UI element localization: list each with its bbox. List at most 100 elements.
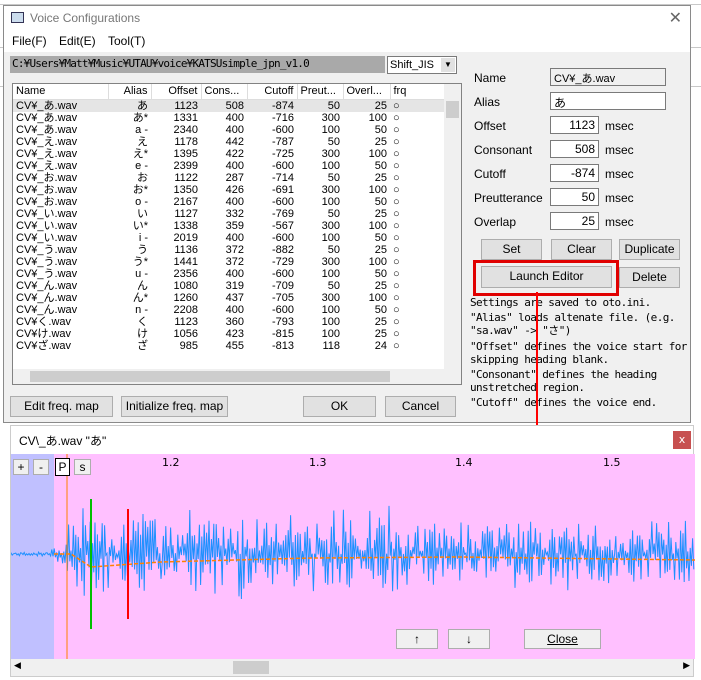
- table-row[interactable]: CV¥_え.wav え* 1395 422 -725 300 100 ○: [13, 148, 445, 160]
- zoom-in-button[interactable]: +: [13, 459, 29, 475]
- preutterance-input[interactable]: 50: [550, 188, 599, 206]
- cell-name: CV¥_お.wav: [16, 183, 78, 196]
- cell-frq: ○: [393, 303, 400, 316]
- cell-offset: 1123: [174, 315, 198, 328]
- table-row[interactable]: CV¥く.wav く 1123 360 -793 100 25 ○: [13, 316, 445, 328]
- cell-name: CV¥_う.wav: [16, 243, 78, 256]
- col-alias[interactable]: Alias: [108, 84, 152, 100]
- table-row[interactable]: CV¥_お.wav o - 2167 400 -600 100 50 ○: [13, 196, 445, 208]
- p-toggle-button[interactable]: P: [55, 458, 70, 476]
- col-frq[interactable]: frq: [390, 84, 445, 100]
- vertical-scrollbar[interactable]: [444, 84, 461, 369]
- table-row[interactable]: CV¥_ん.wav ん 1080 319 -709 50 25 ○: [13, 280, 445, 292]
- close-icon[interactable]: ✕: [669, 8, 682, 28]
- cell-alias: い: [137, 207, 148, 220]
- table-row[interactable]: CV¥_い.wav い 1127 332 -769 50 25 ○: [13, 208, 445, 220]
- col-offset[interactable]: Offset: [151, 84, 202, 100]
- scroll-left-icon[interactable]: ◀: [14, 661, 21, 671]
- cell-consonant: 287: [225, 171, 244, 184]
- initialize-freq-map-button[interactable]: Initialize freq. map: [121, 396, 228, 417]
- cell-cutoff: -600: [271, 303, 294, 316]
- cell-overlap: 25: [374, 279, 387, 292]
- edit-freq-map-button[interactable]: Edit freq. map: [10, 396, 113, 417]
- zoom-out-button[interactable]: -: [33, 459, 49, 475]
- table-row[interactable]: CV¥け.wav け 1056 423 -815 100 25 ○: [13, 328, 445, 340]
- table-row[interactable]: CV¥_あ.wav あ 1123 508 -874 50 25 ○: [13, 99, 445, 112]
- horizontal-scrollbar[interactable]: [13, 369, 461, 384]
- table-row[interactable]: CV¥_あ.wav あ* 1331 400 -716 300 100 ○: [13, 112, 445, 124]
- table-row[interactable]: CV¥ざ.wav ざ 985 455 -813 118 24 ○: [13, 340, 445, 352]
- col-name[interactable]: Name: [13, 84, 109, 100]
- help-consonant: "Consonant" defines the heading unstretc…: [470, 368, 657, 394]
- overlap-input[interactable]: 25: [550, 212, 599, 230]
- cell-frq: ○: [393, 291, 400, 304]
- col-consonant[interactable]: Cons...: [201, 84, 248, 100]
- offset-label: Offset: [474, 119, 506, 133]
- table-row[interactable]: CV¥_う.wav う* 1441 372 -729 300 100 ○: [13, 256, 445, 268]
- cell-name: CV¥ざ.wav: [16, 339, 72, 352]
- cell-frq: ○: [393, 195, 400, 208]
- encoding-select[interactable]: Shift_JIS ▼: [387, 56, 457, 74]
- cell-frq: ○: [393, 327, 400, 340]
- cell-preutterance: 100: [321, 267, 340, 280]
- cell-consonant: 400: [225, 303, 244, 316]
- editor-close-button[interactable]: Close: [524, 629, 601, 649]
- editor-scroll-thumb[interactable]: [233, 661, 269, 674]
- alias-input[interactable]: あ: [550, 92, 666, 110]
- cell-offset: 985: [179, 339, 198, 352]
- cell-consonant: 400: [225, 159, 244, 172]
- s-toggle-button[interactable]: s: [74, 459, 91, 475]
- cell-cutoff: -882: [271, 243, 294, 256]
- cell-overlap: 100: [368, 291, 387, 304]
- offset-input[interactable]: 1123: [550, 116, 599, 134]
- table-row[interactable]: CV¥_い.wav i - 2019 400 -600 100 50 ○: [13, 232, 445, 244]
- table-row[interactable]: CV¥_え.wav え 1178 442 -787 50 25 ○: [13, 136, 445, 148]
- cell-alias: e -: [135, 159, 148, 172]
- col-preutterance[interactable]: Preut...: [297, 84, 344, 100]
- table-row[interactable]: CV¥_お.wav お* 1350 426 -691 300 100 ○: [13, 184, 445, 196]
- cell-offset: 1122: [174, 171, 198, 184]
- launch-editor-button[interactable]: Launch Editor: [481, 266, 612, 288]
- col-cutoff[interactable]: Cutoff: [247, 84, 298, 100]
- menu-tool[interactable]: Tool(T): [108, 34, 145, 48]
- cell-consonant: 400: [225, 267, 244, 280]
- table-row[interactable]: CV¥_う.wav う 1136 372 -882 50 25 ○: [13, 244, 445, 256]
- scroll-right-icon[interactable]: ▶: [683, 661, 690, 671]
- col-overlap[interactable]: Overl...: [343, 84, 391, 100]
- h-scroll-thumb[interactable]: [30, 371, 390, 382]
- cell-alias: o -: [135, 195, 148, 208]
- cell-name: CV¥_え.wav: [16, 147, 78, 160]
- table-row[interactable]: CV¥_う.wav u - 2356 400 -600 100 50 ○: [13, 268, 445, 280]
- editor-h-scrollbar[interactable]: ◀ ▶: [11, 659, 693, 676]
- cell-offset: 1123: [174, 99, 198, 112]
- cell-cutoff: -600: [271, 195, 294, 208]
- down-button[interactable]: ↓: [448, 629, 490, 649]
- editor-close-icon[interactable]: x: [673, 431, 691, 449]
- table-row[interactable]: CV¥_い.wav い* 1338 359 -567 300 100 ○: [13, 220, 445, 232]
- consonant-input[interactable]: 508: [550, 140, 599, 158]
- scroll-thumb[interactable]: [446, 101, 459, 118]
- menu-edit[interactable]: Edit(E): [59, 34, 96, 48]
- table-row[interactable]: CV¥_え.wav e - 2399 400 -600 100 50 ○: [13, 160, 445, 172]
- clear-button[interactable]: Clear: [551, 239, 612, 260]
- ok-button[interactable]: OK: [303, 396, 376, 417]
- up-button[interactable]: ↑: [396, 629, 438, 649]
- dropdown-arrow-icon[interactable]: ▼: [441, 58, 455, 72]
- cell-name: CV¥_い.wav: [16, 231, 78, 244]
- cancel-button[interactable]: Cancel: [385, 396, 456, 417]
- duplicate-button[interactable]: Duplicate: [619, 239, 680, 260]
- table-row[interactable]: CV¥_お.wav お 1122 287 -714 50 25 ○: [13, 172, 445, 184]
- cell-cutoff: -793: [271, 315, 294, 328]
- table-row[interactable]: CV¥_ん.wav n - 2208 400 -600 100 50 ○: [13, 304, 445, 316]
- tick-label: 1.5: [603, 456, 621, 469]
- menu-file[interactable]: File(F): [12, 34, 47, 48]
- table-row[interactable]: CV¥_あ.wav a - 2340 400 -600 100 50 ○: [13, 124, 445, 136]
- cell-cutoff: -705: [271, 291, 294, 304]
- set-button[interactable]: Set: [481, 239, 542, 260]
- table-row[interactable]: CV¥_ん.wav ん* 1260 437 -705 300 100 ○: [13, 292, 445, 304]
- delete-button[interactable]: Delete: [619, 267, 680, 288]
- encoding-value: Shift_JIS: [390, 59, 435, 71]
- cell-offset: 1080: [173, 279, 198, 292]
- cutoff-input[interactable]: -874: [550, 164, 599, 182]
- cell-frq: ○: [393, 159, 400, 172]
